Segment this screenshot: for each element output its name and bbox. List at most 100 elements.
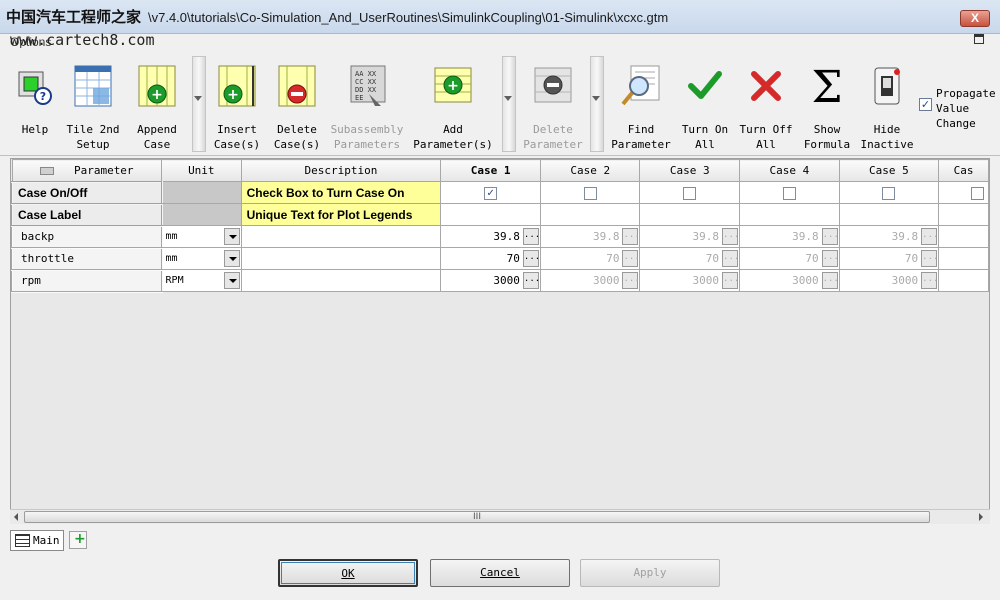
append-case-button[interactable]: + Append Case [130, 58, 184, 154]
case-2-label-field[interactable] [539, 203, 641, 226]
description-field[interactable] [240, 247, 442, 270]
case-4-label-field[interactable] [739, 203, 840, 226]
parameter-name[interactable]: rpm [11, 268, 163, 293]
restore-icon[interactable] [974, 34, 984, 44]
ellipsis-button[interactable]: ... [722, 250, 739, 267]
case-1-toggle[interactable]: ✓ [440, 181, 541, 204]
select-all-icon[interactable] [39, 166, 54, 175]
ellipsis-button[interactable]: ... [522, 272, 539, 289]
unit-select[interactable]: mm [161, 225, 242, 248]
ellipsis-button[interactable]: ... [522, 250, 539, 267]
unit-select[interactable]: mm [161, 247, 242, 270]
ellipsis-button[interactable]: ... [722, 272, 739, 289]
ellipsis-button[interactable]: ... [821, 250, 838, 267]
case-2-toggle[interactable] [539, 181, 641, 204]
case-3-label-field[interactable] [639, 203, 741, 226]
header-case-1[interactable]: Case 1 [440, 159, 541, 182]
value-cell[interactable]: 3000... [838, 269, 940, 292]
value-cell-partial[interactable] [938, 225, 989, 248]
ellipsis-button[interactable]: ... [821, 272, 838, 289]
toolbar-separator-3[interactable] [590, 56, 604, 152]
scroll-right-icon[interactable] [976, 512, 986, 522]
parameter-name[interactable]: backp [11, 224, 163, 249]
header-case-4[interactable]: Case 4 [739, 159, 840, 182]
apply-button[interactable]: Apply [580, 559, 720, 587]
case-3-checkbox[interactable] [683, 186, 697, 200]
tile-setup-button[interactable]: Tile 2nd Setup [64, 58, 122, 154]
value-cell[interactable]: 3000... [639, 269, 741, 292]
value-cell[interactable]: 70... [838, 247, 940, 270]
value-cell-partial[interactable] [938, 247, 989, 270]
tab-main[interactable]: Main [10, 530, 64, 551]
case-5-checkbox[interactable] [882, 186, 896, 200]
toolbar-separator[interactable] [192, 56, 206, 152]
show-formula-button[interactable]: Σ Show Formula [800, 58, 854, 154]
header-case-3[interactable]: Case 3 [639, 159, 741, 182]
toolbar-overflow-arrow-icon[interactable] [194, 96, 202, 101]
ellipsis-button[interactable]: ... [722, 228, 739, 245]
dropdown-arrow-icon[interactable] [223, 272, 240, 289]
case-6-toggle[interactable] [938, 181, 989, 204]
turn-off-all-button[interactable]: Turn Off All [738, 58, 794, 154]
turn-on-all-button[interactable]: Turn On All [678, 58, 732, 154]
ellipsis-button[interactable]: ... [921, 228, 938, 245]
horizontal-scrollbar[interactable]: III [10, 509, 990, 524]
value-cell[interactable]: 70... [739, 247, 840, 270]
help-button[interactable]: ? Help [10, 58, 60, 154]
propagate-value-checkbox[interactable]: ✓ [919, 98, 932, 111]
case-3-toggle[interactable] [639, 181, 741, 204]
delete-case-button[interactable]: Delete Case(s) [270, 58, 324, 154]
header-unit[interactable]: Unit [161, 159, 242, 182]
cancel-button[interactable]: Cancel [430, 559, 570, 587]
description-field[interactable] [240, 225, 442, 248]
add-tab-button[interactable] [69, 531, 87, 549]
header-description[interactable]: Description [240, 159, 442, 182]
scroll-left-icon[interactable] [12, 512, 22, 522]
case-4-checkbox[interactable] [782, 186, 796, 200]
hide-inactive-button[interactable]: Hide Inactive [858, 58, 916, 154]
case-4-toggle[interactable] [739, 181, 840, 204]
case-2-checkbox[interactable] [583, 186, 597, 200]
case-5-toggle[interactable] [838, 181, 940, 204]
case-5-label-field[interactable] [838, 203, 940, 226]
value-cell[interactable]: 3000... [440, 269, 541, 292]
ellipsis-button[interactable]: ... [622, 250, 639, 267]
scrollbar-thumb[interactable]: III [24, 511, 930, 523]
case-6-checkbox[interactable] [971, 186, 984, 200]
value-cell[interactable]: 3000... [739, 269, 840, 292]
case-1-label-field[interactable] [440, 203, 541, 226]
header-case-6-partial[interactable]: Cas [938, 159, 989, 182]
toolbar-overflow-arrow-3-icon[interactable] [592, 96, 600, 101]
ellipsis-button[interactable]: ... [821, 228, 838, 245]
toolbar-overflow-arrow-2-icon[interactable] [504, 96, 512, 101]
ellipsis-button[interactable]: ... [921, 250, 938, 267]
header-case-2[interactable]: Case 2 [539, 159, 641, 182]
case-1-checkbox[interactable]: ✓ [484, 186, 498, 200]
header-case-5[interactable]: Case 5 [838, 159, 940, 182]
dropdown-arrow-icon[interactable] [223, 228, 240, 245]
insert-case-button[interactable]: + Insert Case(s) [210, 58, 264, 154]
value-cell[interactable]: 39.8... [739, 225, 840, 248]
value-cell[interactable]: 70... [440, 247, 541, 270]
dropdown-arrow-icon[interactable] [223, 250, 240, 267]
description-field[interactable] [240, 269, 442, 292]
toolbar-separator-2[interactable] [502, 56, 516, 152]
unit-select[interactable]: RPM [161, 269, 242, 292]
header-parameter[interactable]: Parameter [11, 159, 163, 182]
add-parameter-button[interactable]: + Add Parameter(s) [410, 58, 496, 154]
value-cell[interactable]: 39.8... [440, 225, 541, 248]
ellipsis-button[interactable]: ... [522, 228, 539, 245]
value-cell[interactable]: 39.8... [838, 225, 940, 248]
close-button[interactable]: X [960, 10, 990, 27]
value-cell[interactable]: 70... [539, 247, 641, 270]
ok-button[interactable]: OK [278, 559, 418, 587]
parameter-name[interactable]: throttle [11, 246, 163, 271]
value-cell-partial[interactable] [938, 269, 989, 292]
value-cell[interactable]: 3000... [539, 269, 641, 292]
subassembly-parameters-button[interactable]: AA XX CC XX DD XX EE Subassembly Paramet… [330, 58, 404, 154]
ellipsis-button[interactable]: ... [622, 272, 639, 289]
ellipsis-button[interactable]: ... [622, 228, 639, 245]
find-parameter-button[interactable]: Find Parameter [608, 58, 674, 154]
case-6-label-field[interactable] [938, 203, 989, 226]
ellipsis-button[interactable]: ... [921, 272, 938, 289]
